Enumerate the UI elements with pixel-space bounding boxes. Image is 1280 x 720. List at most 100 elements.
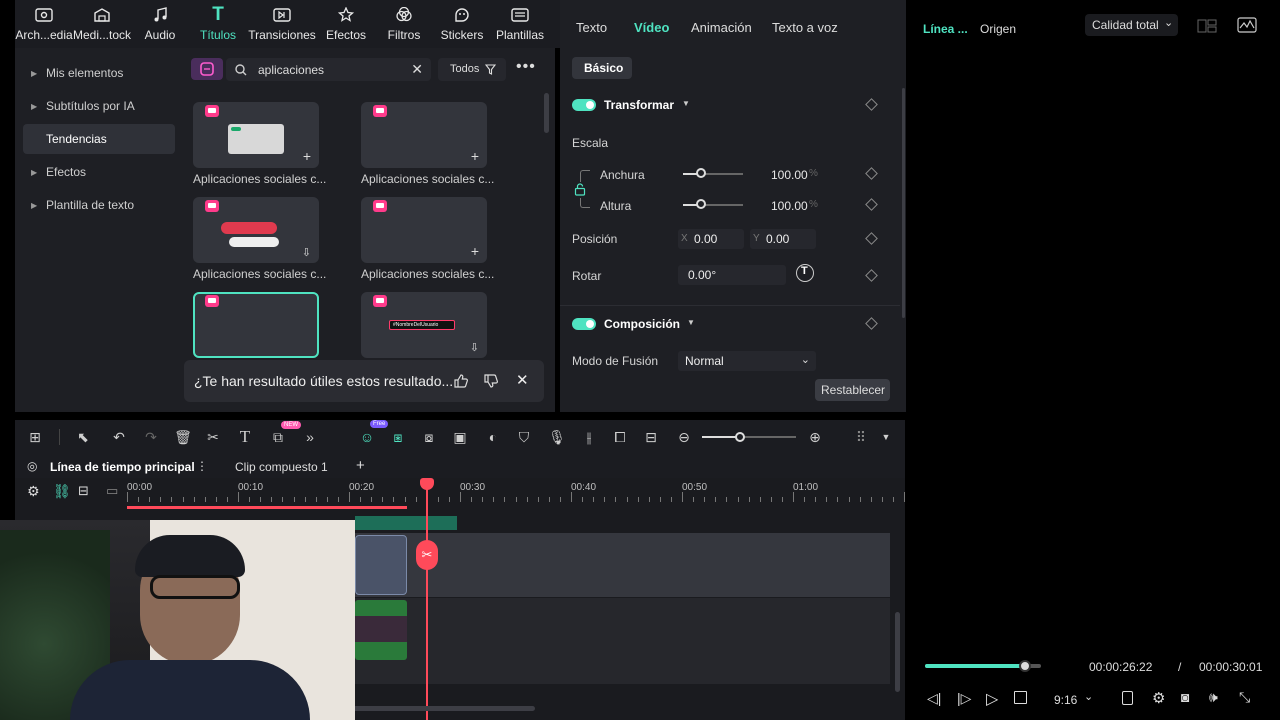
tab-asset-effects[interactable]: Efectos [317,0,375,48]
keyframe-diamond-icon[interactable] [865,317,878,330]
tab-origin-preview[interactable]: Origen [980,22,1016,36]
filter-dropdown[interactable]: Todos [438,58,506,81]
keyframe-diamond-icon[interactable] [865,269,878,282]
tab-asset-filter[interactable]: Filtros [375,0,433,48]
auto-beat-icon[interactable]: ⧆ [389,428,407,446]
sidebar-item-plantilla-texto[interactable]: ▶ Plantilla de texto [23,190,175,220]
speed-icon[interactable]: ◐ [484,428,502,446]
timeline-h-scrollbar[interactable] [345,706,535,711]
aspect-ratio-select[interactable]: 9:16 [1054,693,1077,707]
microphone-icon[interactable]: 🎙 [548,428,566,446]
link-icon[interactable]: ⛓ [53,483,71,500]
rotate-dial-icon[interactable]: T [796,264,814,282]
title-thumbnail-1[interactable]: + [193,102,319,168]
color-match-icon[interactable]: ⧠ [611,428,629,446]
keyframe-diamond-icon[interactable] [865,232,878,245]
mask-shield-icon[interactable]: ⛉ [515,428,533,446]
render-settings-icon[interactable]: ⚙ [1152,689,1165,707]
tab-options-icon[interactable]: ⋮ [196,459,208,473]
play-icon[interactable]: ▷ [986,689,998,709]
drag-handle-icon[interactable]: ⠿ [852,428,870,446]
zoom-in-icon[interactable]: ⊕ [806,428,824,446]
rotate-field[interactable]: 0.00° [678,265,786,285]
composition-toggle[interactable] [572,318,596,330]
undo-icon[interactable]: ↶ [110,428,128,446]
ai-sticker-button[interactable] [191,58,223,80]
stop-icon[interactable] [1014,691,1027,704]
width-slider-knob[interactable] [696,168,706,178]
sidebar-item-mis-elementos[interactable]: ▶ Mis elementos [23,58,175,88]
zoom-slider-knob[interactable] [735,432,745,442]
download-icon[interactable]: ⇩ [470,341,479,354]
snapshot-camera-icon[interactable]: ◙ [1181,689,1189,705]
title-thumbnail-4[interactable]: + [361,197,487,263]
text-tool-icon[interactable]: T [236,427,254,446]
add-icon[interactable]: + [303,148,311,164]
tab-asset-template[interactable]: Plantillas [491,0,549,48]
delete-icon[interactable]: 🗑 [174,428,192,446]
position-x-field[interactable]: X 0.00 [678,229,744,249]
tab-asset-stock[interactable]: Medi...tock [73,0,131,48]
fullscreen-icon[interactable]: ⤡ [1239,689,1250,706]
ai-copilot-icon[interactable]: ☺ [358,428,376,446]
quality-dropdown[interactable]: Calidad total ⌄ [1085,14,1178,36]
thumbs-up-icon[interactable] [453,373,469,389]
time-ruler[interactable]: 00:00 00:10 00:20 00:30 00:40 00:50 01:00 [127,478,905,506]
props-scrollbar[interactable] [902,88,905,318]
position-y-field[interactable]: Y 0.00 [750,229,816,249]
chevron-down-icon[interactable]: ▼ [687,318,695,327]
volume-icon[interactable]: 🕪 [1209,689,1218,706]
sidebar-item-subtitulos-ia[interactable]: ▶ Subtítulos por IA [23,91,175,121]
tab-asset-sticker[interactable]: Stickers [433,0,491,48]
tab-main-timeline[interactable]: Línea de tiempo principal [50,460,195,474]
search-box[interactable]: aplicaciones ✕ [226,58,431,81]
tab-compound-clip[interactable]: Clip compuesto 1 [235,460,328,474]
tab-asset-music-note[interactable]: Audio [131,0,189,48]
media-add-icon[interactable]: ⧇ [420,428,438,446]
more-tools-icon[interactable]: » [301,428,319,446]
transform-toggle[interactable] [572,99,596,111]
blend-mode-select[interactable]: Normal ⌄ [678,351,816,371]
title-thumbnail-5[interactable] [193,292,319,358]
split-scissors-icon[interactable]: ✂ [204,428,222,446]
height-value[interactable]: 100.00 [771,199,808,213]
prev-frame-icon[interactable]: ◁| [927,690,941,707]
sidebar-item-efectos[interactable]: ▶ Efectos [23,157,175,187]
add-tab-icon[interactable]: + [356,457,365,474]
tab-timeline-preview[interactable]: Línea ... [923,22,968,36]
lock-ratio-icon[interactable] [574,183,586,196]
keyframe-diamond-icon[interactable] [865,98,878,111]
grid-layout-icon[interactable] [1197,19,1217,33]
clear-search-icon[interactable]: ✕ [411,61,423,78]
image-edit-icon[interactable]: ▣ [451,428,469,446]
chevron-down-icon[interactable]: ▼ [682,99,690,108]
ratio-fit-icon[interactable]: ⊟ [642,428,660,446]
tab-texto[interactable]: Texto [576,20,607,35]
title-clip[interactable] [355,535,407,595]
track-settings-icon[interactable]: ⚙ [27,483,40,500]
tab-video[interactable]: Vídeo [634,20,669,35]
video-clip[interactable] [355,600,407,660]
tab-asset-title-t[interactable]: T Títulos [189,0,247,48]
subtab-basico[interactable]: Básico [572,57,632,79]
thumbs-down-icon[interactable] [483,373,499,389]
grid-scrollbar[interactable] [544,93,549,133]
playback-progress-knob[interactable] [1019,660,1031,672]
chevron-down-icon[interactable]: ⌄ [1084,690,1093,703]
download-icon[interactable]: ⇩ [302,246,311,259]
sidebar-item-tendencias[interactable]: Tendencias [23,124,175,154]
tab-animacion[interactable]: Animación [691,20,752,35]
title-thumbnail-6[interactable]: #NombreDelUsuario ⇩ [361,292,487,358]
add-icon[interactable]: + [471,148,479,164]
crop-icon[interactable]: ⧉ [269,428,287,446]
audio-mixer-icon[interactable]: ⫲ [580,428,598,446]
more-options-icon[interactable]: ••• [516,58,536,76]
reset-button[interactable]: Restablecer [815,379,890,401]
search-input[interactable]: aplicaciones [258,63,324,77]
track-add-icon[interactable]: ⊟ [78,483,89,499]
next-frame-icon[interactable]: |▷ [957,690,971,707]
width-value[interactable]: 100.00 [771,168,808,182]
add-icon[interactable]: + [471,243,479,259]
tab-asset-transition[interactable]: Transiciones [247,0,317,48]
timeline-v-scrollbar[interactable] [895,612,900,692]
